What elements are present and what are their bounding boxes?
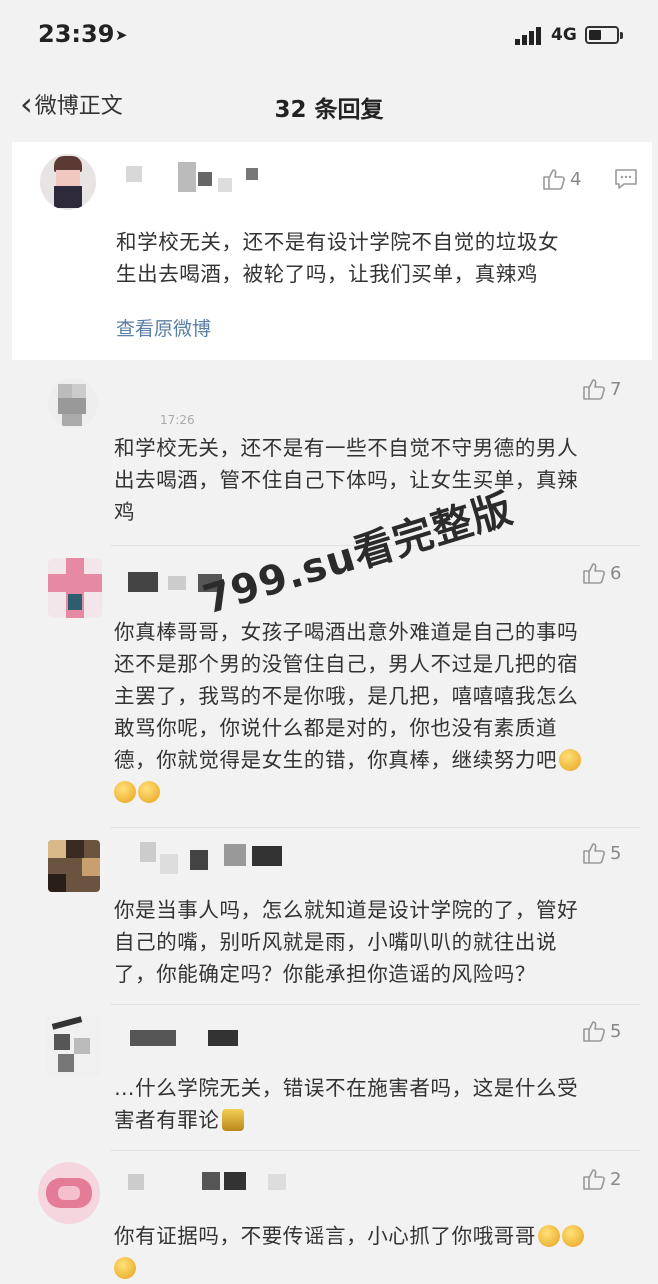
username-pixelated <box>140 842 290 882</box>
username-pixelated <box>130 1028 250 1050</box>
like-count: 5 <box>610 1020 622 1042</box>
comment-line: 生出去喝酒，被轮了吗，让我们买单，真辣鸡 <box>116 262 538 286</box>
emoji-icon <box>114 1257 136 1279</box>
username-pixelated <box>122 162 262 200</box>
like-count: 5 <box>610 842 622 864</box>
list-item: 6 你真棒哥哥，女孩子喝酒出意外难道是自己的事吗 还不是那个男的没管住自己，男人… <box>0 552 658 822</box>
like-count: 7 <box>610 378 622 400</box>
divider <box>110 1150 640 1151</box>
thumbs-up-icon <box>583 1169 605 1190</box>
comment-line: …什么学院无关，错误不在施害者吗，这是什么受 <box>114 1076 579 1100</box>
status-bar: 23:39 ➤ 4G <box>0 0 658 70</box>
page-title: 32 条回复 <box>274 97 384 123</box>
emoji-icon <box>221 1109 244 1131</box>
comment-text: 你真棒哥哥，女孩子喝酒出意外难道是自己的事吗 还不是那个男的没管住自己，男人不过… <box>114 616 582 808</box>
comment-line: 敢骂你呢，你说什么都是对的，你也没有素质道 <box>114 716 558 740</box>
thumbs-up-icon <box>583 1021 605 1042</box>
comment-line: 你是当事人吗，怎么就知道是设计学院的了，管好 <box>114 898 579 922</box>
comment-line: 和学校无关，还不是有设计学院不自觉的垃圾女 <box>116 230 560 254</box>
main-comment-card: 4 和学校无关，还不是有设计学院不自觉的垃圾女 生出去喝酒，被轮了吗，让我们买单… <box>12 142 652 360</box>
username-pixelated <box>128 1168 298 1208</box>
thumbs-up-icon <box>583 379 605 400</box>
like-button[interactable]: 6 <box>582 562 621 584</box>
comment-line: 和学校无关，还不是有一些不自觉不守男德的男人 <box>114 436 579 460</box>
network-type: 4G <box>551 25 577 45</box>
emoji-icon <box>538 1225 560 1247</box>
list-item: 2 你有证据吗，不要传谣言，小心抓了你哦哥哥 <box>0 1156 658 1280</box>
comment-text: 你有证据吗，不要传谣言，小心抓了你哦哥哥 <box>114 1220 584 1284</box>
list-item: 17:26 7 和学校无关，还不是有一些不自觉不守男德的男人 出去喝酒，管不住自… <box>0 370 658 540</box>
divider <box>110 827 640 828</box>
like-button[interactable]: 2 <box>582 1168 621 1190</box>
location-arrow-icon: ➤ <box>115 26 128 44</box>
battery-icon <box>585 26 623 44</box>
comment-line: 你真棒哥哥，女孩子喝酒出意外难道是自己的事吗 <box>114 620 579 644</box>
emoji-icon <box>138 781 160 803</box>
comment-line: 害者有罪论 <box>114 1108 220 1132</box>
thumbs-up-icon <box>583 843 605 864</box>
timestamp: 17:26 <box>160 413 195 427</box>
comment-line: 你有证据吗，不要传谣言，小心抓了你哦哥哥 <box>114 1224 536 1248</box>
like-count: 6 <box>610 562 622 584</box>
avatar[interactable] <box>40 154 96 210</box>
nav-bar: ‹ 微博正文 32 条回复 <box>0 70 658 142</box>
avatar[interactable] <box>48 378 98 428</box>
avatar[interactable] <box>48 840 100 892</box>
comment-text: 和学校无关，还不是有设计学院不自觉的垃圾女 生出去喝酒，被轮了吗，让我们买单，真… <box>116 226 559 290</box>
comment-text: …什么学院无关，错误不在施害者吗，这是什么受 害者有罪论 <box>114 1072 578 1136</box>
like-count: 2 <box>610 1168 622 1190</box>
comment-text: 你是当事人吗，怎么就知道是设计学院的了，管好 自己的嘴，别听风就是雨，小嘴叭叭的… <box>114 894 578 990</box>
comment-line: 德，你就觉得是女生的错，你真棒，继续努力吧 <box>114 748 558 772</box>
emoji-icon <box>562 1225 584 1247</box>
comment-line: 了，你能确定吗？你能承担你造谣的风险吗？ <box>114 962 536 986</box>
divider <box>110 1004 640 1005</box>
like-count: 4 <box>570 168 582 190</box>
thumbs-up-icon <box>583 563 605 584</box>
avatar[interactable] <box>46 1016 100 1076</box>
comment-line: 还不是那个男的没管住自己，男人不过是几把的宿 <box>114 652 579 676</box>
list-item: 5 …什么学院无关，错误不在施害者吗，这是什么受 害者有罪论 <box>0 1010 658 1150</box>
comment-line: 出去喝酒，管不住自己下体吗，让女生买单，真辣 <box>114 468 579 492</box>
list-item: 5 你是当事人吗，怎么就知道是设计学院的了，管好 自己的嘴，别听风就是雨，小嘴叭… <box>0 832 658 1002</box>
like-button[interactable]: 5 <box>582 842 621 864</box>
like-button[interactable]: 4 <box>542 168 581 190</box>
comment-line: 主罢了，我骂的不是你哦，是几把，嘻嘻嘻我怎么 <box>114 684 579 708</box>
like-button[interactable]: 7 <box>582 378 621 400</box>
status-time: 23:39 <box>38 20 115 48</box>
comment-line: 自己的嘴，别听风就是雨，小嘴叭叭的就往出说 <box>114 930 558 954</box>
emoji-icon <box>114 781 136 803</box>
avatar[interactable] <box>38 1162 100 1224</box>
comment-icon[interactable] <box>614 168 638 190</box>
avatar[interactable] <box>48 558 102 618</box>
emoji-icon <box>559 749 582 771</box>
like-button[interactable]: 5 <box>582 1020 621 1042</box>
thumbs-up-icon <box>543 169 565 190</box>
view-original-link[interactable]: 查看原微博 <box>116 314 211 341</box>
signal-icon <box>515 27 545 45</box>
